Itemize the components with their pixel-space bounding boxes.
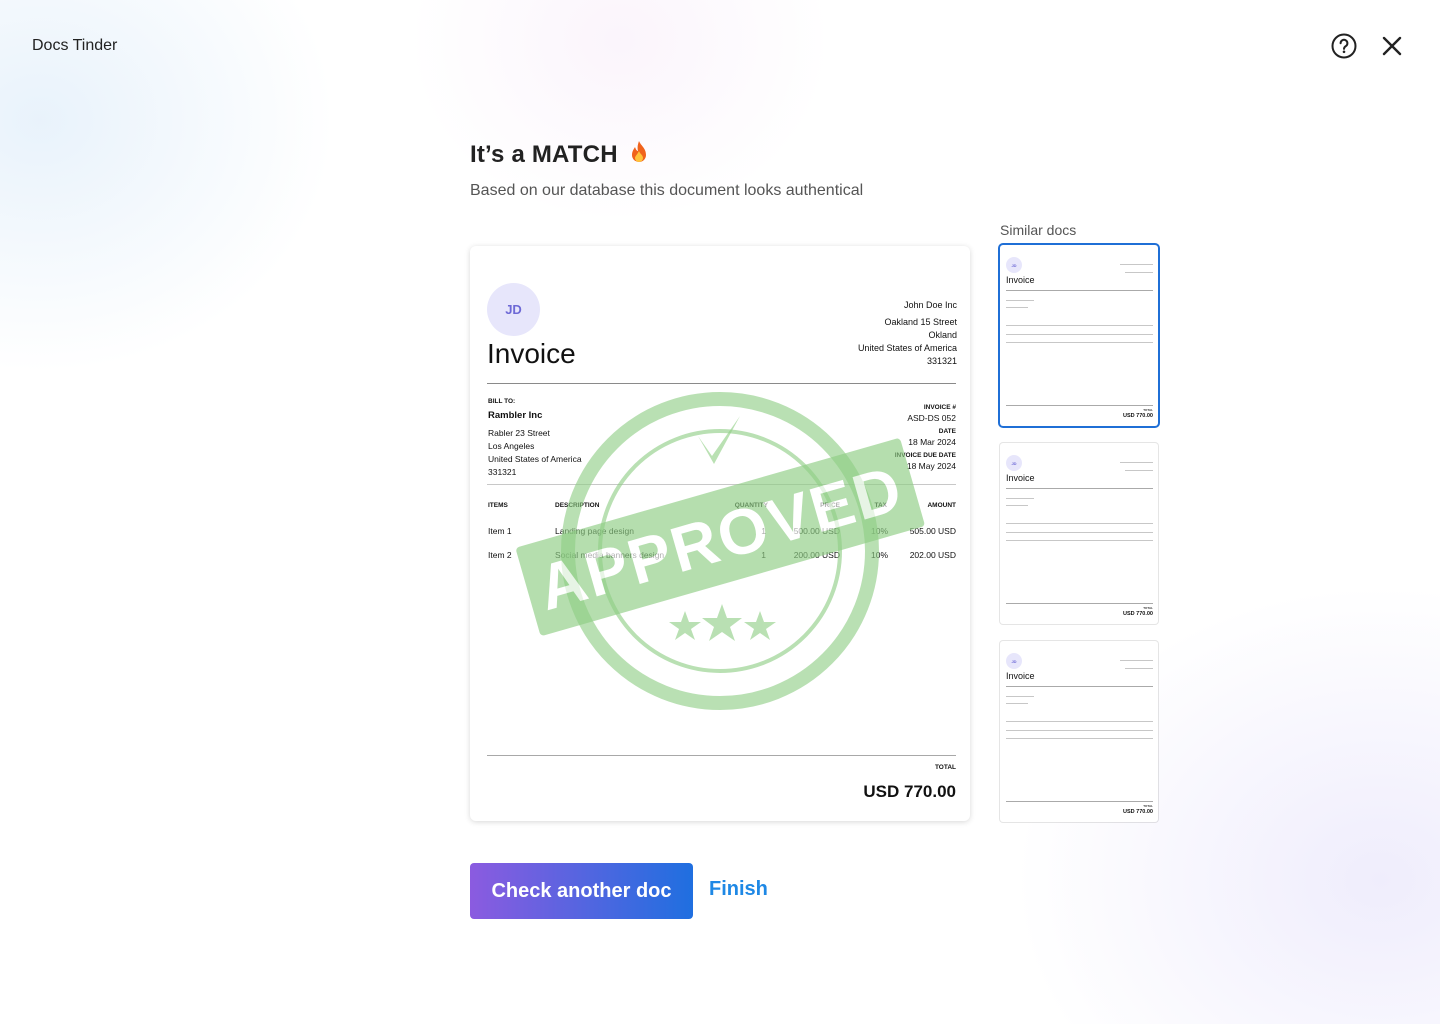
similar-docs-label: Similar docs (1000, 222, 1077, 238)
bill-to-line: 331321 (488, 467, 517, 477)
row-tax: 10% (870, 526, 888, 536)
text-line (1006, 703, 1028, 704)
divider (1006, 290, 1153, 291)
row-quantity: 1 (761, 526, 766, 536)
avatar: JD (1006, 455, 1022, 471)
bill-to-line: United States of America (488, 454, 582, 464)
text-line (1006, 523, 1153, 524)
text-line (1125, 470, 1153, 471)
bill-to-label: BILL TO: (488, 398, 516, 405)
divider (487, 484, 956, 485)
thumbnail-title: Invoice (1006, 671, 1035, 681)
text-line (1006, 696, 1034, 697)
sender-name: John Doe Inc (903, 300, 957, 310)
bill-to-name: Rambler Inc (488, 410, 543, 421)
text-line (1006, 540, 1153, 541)
thumbnail-total-label: TOTAL (1143, 408, 1153, 412)
thumbnail-total-label: TOTAL (1143, 804, 1153, 808)
stamp-text: APPROVED (530, 452, 910, 625)
text-line (1125, 668, 1153, 669)
column-header: QUANTITY (734, 502, 768, 509)
row-amount: 202.00 USD (909, 550, 956, 560)
row-tax: 10% (870, 550, 888, 560)
fire-icon (631, 141, 646, 162)
thumbnail-total-label: TOTAL (1143, 606, 1153, 610)
row-item: Item 2 (488, 550, 512, 560)
divider (1006, 686, 1153, 687)
row-price: 200.00 USD (793, 550, 840, 560)
text-line (1006, 342, 1153, 343)
page-title: It’s a MATCH (470, 140, 649, 169)
row-description: Social media banners design (555, 550, 665, 560)
similar-doc-thumbnail[interactable]: JD Invoice TOTAL USD 770.00 (1000, 641, 1158, 822)
help-circle-icon (1331, 33, 1357, 59)
thumbnail-title: Invoice (1006, 275, 1035, 285)
text-line (1006, 738, 1153, 739)
text-line (1006, 721, 1153, 722)
check-another-doc-button[interactable]: Check another doc (470, 863, 693, 919)
divider (1006, 405, 1153, 406)
thumbnail-total: USD 770.00 (1123, 809, 1153, 815)
total-amount: USD 770.00 (863, 782, 956, 801)
invoice-date: 18 Mar 2024 (908, 437, 956, 447)
avatar: JD (1006, 257, 1022, 273)
divider (1006, 801, 1153, 802)
sender-line: 331321 (926, 356, 957, 366)
total-label: TOTAL (934, 764, 956, 771)
invoice-title: Invoice (487, 338, 576, 369)
due-date: 18 May 2024 (906, 461, 956, 471)
text-line (1006, 307, 1028, 308)
similar-doc-thumbnail[interactable]: JD Invoice TOTAL USD 770.00 (1000, 443, 1158, 624)
thumbnail-total: USD 770.00 (1123, 413, 1153, 419)
column-header: AMOUNT (927, 502, 956, 509)
bill-to-line: Los Angeles (488, 441, 535, 451)
text-line (1120, 462, 1153, 463)
row-quantity: 1 (761, 550, 766, 560)
document-preview: JD Invoice John Doe Inc Oakland 15 Stree… (470, 246, 970, 821)
row-item: Item 1 (488, 526, 512, 536)
bill-to-line: Rabler 23 Street (488, 428, 550, 438)
close-icon (1382, 36, 1402, 56)
sender-line: United States of America (857, 343, 957, 353)
text-line (1006, 730, 1153, 731)
sender-line: Oakland 15 Street (884, 317, 957, 327)
avatar: JD (1006, 653, 1022, 669)
sender-line: Okland (928, 330, 957, 340)
column-header: PRICE (820, 502, 840, 509)
column-header: ITEMS (488, 502, 508, 509)
text-line (1006, 334, 1153, 335)
finish-button[interactable]: Finish (709, 878, 768, 901)
match-subtitle: Based on our database this document look… (470, 182, 864, 199)
invoice-number: ASD-DS 052 (907, 413, 956, 423)
column-header: DESCRIPTION (555, 502, 600, 509)
text-line (1006, 505, 1028, 506)
divider (1006, 603, 1153, 604)
help-button[interactable] (1330, 32, 1358, 60)
thumbnail-title: Invoice (1006, 473, 1035, 483)
divider (487, 755, 956, 756)
text-line (1006, 325, 1153, 326)
match-title: It’s a MATCH (470, 141, 618, 168)
approved-stamp: APPROVED (516, 392, 925, 710)
text-line (1120, 264, 1153, 265)
divider (487, 383, 956, 384)
text-line (1125, 272, 1153, 273)
avatar: JD (487, 283, 540, 336)
text-line (1006, 532, 1153, 533)
text-line (1120, 660, 1153, 661)
text-line (1006, 300, 1034, 301)
similar-doc-thumbnail[interactable]: JD Invoice TOTAL USD 770.00 (1000, 245, 1158, 426)
divider (1006, 488, 1153, 489)
text-line (1006, 498, 1034, 499)
invoice-number-label: INVOICE # (923, 404, 956, 411)
row-description: Landing page design (555, 526, 634, 536)
column-header: TAX (874, 502, 887, 509)
app-title: Docs Tinder (32, 37, 118, 54)
date-label: DATE (938, 428, 956, 435)
due-date-label: INVOICE DUE DATE (894, 452, 956, 459)
close-button[interactable] (1380, 34, 1404, 58)
thumbnail-total: USD 770.00 (1123, 611, 1153, 617)
row-price: 500.00 USD (793, 526, 840, 536)
row-amount: 505.00 USD (909, 526, 956, 536)
